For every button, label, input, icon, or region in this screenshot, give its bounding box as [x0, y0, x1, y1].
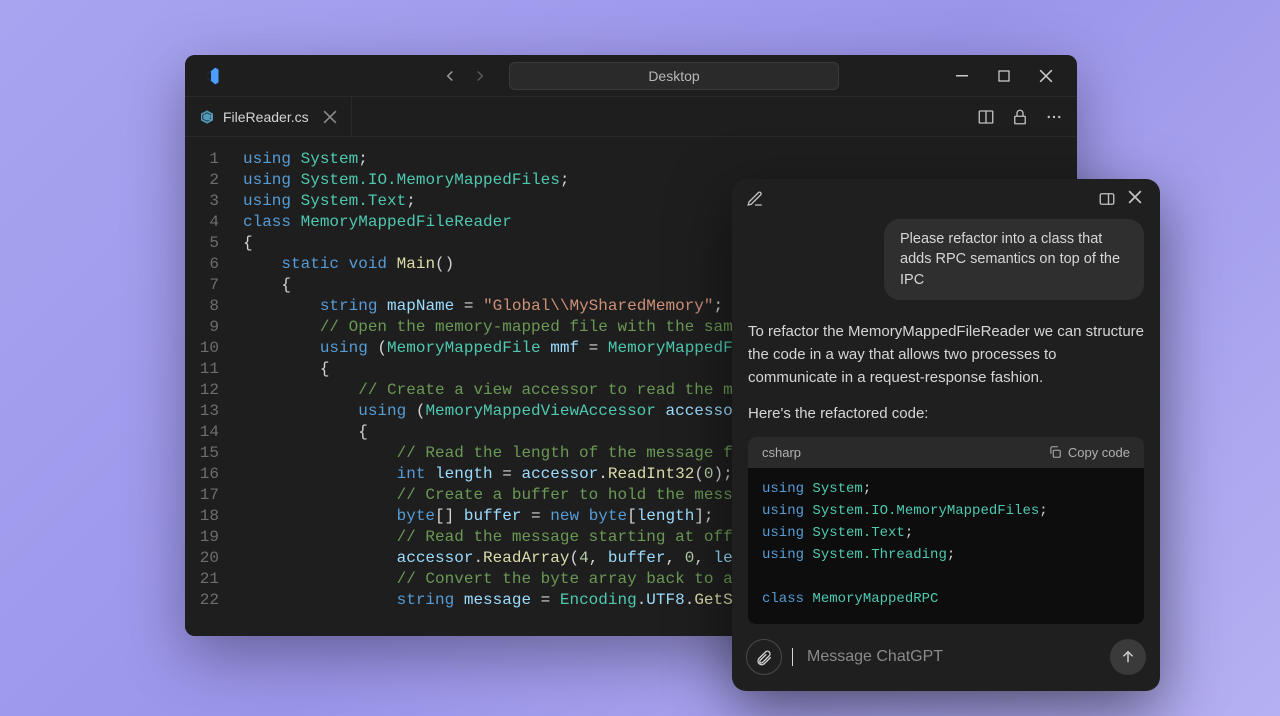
command-center[interactable]: Desktop — [509, 62, 839, 90]
tab-filename: FileReader.cs — [223, 109, 309, 125]
chat-input[interactable] — [807, 648, 1100, 666]
vscode-logo-icon — [201, 66, 221, 86]
tab-actions — [977, 97, 1077, 136]
title-bar: Desktop — [185, 55, 1077, 97]
line-number-gutter: 12345678910111213141516171819202122 — [185, 149, 243, 636]
close-button[interactable] — [1037, 67, 1055, 85]
chat-panel: Please refactor into a class that adds R… — [732, 179, 1160, 691]
nav-back-button[interactable] — [441, 67, 459, 85]
minimize-button[interactable] — [953, 67, 971, 85]
code-block-body: using System; using System.IO.MemoryMapp… — [748, 468, 1144, 624]
send-button[interactable] — [1110, 639, 1146, 675]
split-editor-icon[interactable] — [977, 108, 995, 126]
assistant-paragraph: To refactor the MemoryMappedFileReader w… — [748, 320, 1144, 390]
window-controls — [953, 67, 1069, 85]
user-message: Please refactor into a class that adds R… — [884, 219, 1144, 300]
copy-icon — [1048, 445, 1062, 459]
nav-arrows — [441, 67, 489, 85]
assistant-paragraph: Here's the refactored code: — [748, 402, 1144, 425]
new-chat-icon[interactable] — [746, 190, 764, 208]
file-tab[interactable]: FileReader.cs — [185, 97, 352, 136]
maximize-button[interactable] — [995, 67, 1013, 85]
tab-close-icon[interactable] — [323, 110, 337, 124]
nav-forward-button[interactable] — [471, 67, 489, 85]
copy-code-label: Copy code — [1068, 445, 1130, 460]
more-icon[interactable] — [1045, 108, 1063, 126]
chat-close-icon[interactable] — [1128, 190, 1146, 208]
command-center-label: Desktop — [648, 68, 699, 84]
chat-body: Please refactor into a class that adds R… — [732, 219, 1160, 627]
chat-input-row — [732, 627, 1160, 691]
chat-header — [732, 179, 1160, 219]
expand-icon[interactable] — [1098, 190, 1116, 208]
tab-bar: FileReader.cs — [185, 97, 1077, 137]
code-language-label: csharp — [762, 445, 801, 460]
copy-code-button[interactable]: Copy code — [1048, 445, 1130, 460]
csharp-file-icon — [199, 109, 215, 125]
lock-icon[interactable] — [1011, 108, 1029, 126]
code-block-header: csharp Copy code — [748, 437, 1144, 468]
text-cursor — [792, 648, 793, 666]
attach-button[interactable] — [746, 639, 782, 675]
code-block: csharp Copy code using System; using Sys… — [748, 437, 1144, 624]
